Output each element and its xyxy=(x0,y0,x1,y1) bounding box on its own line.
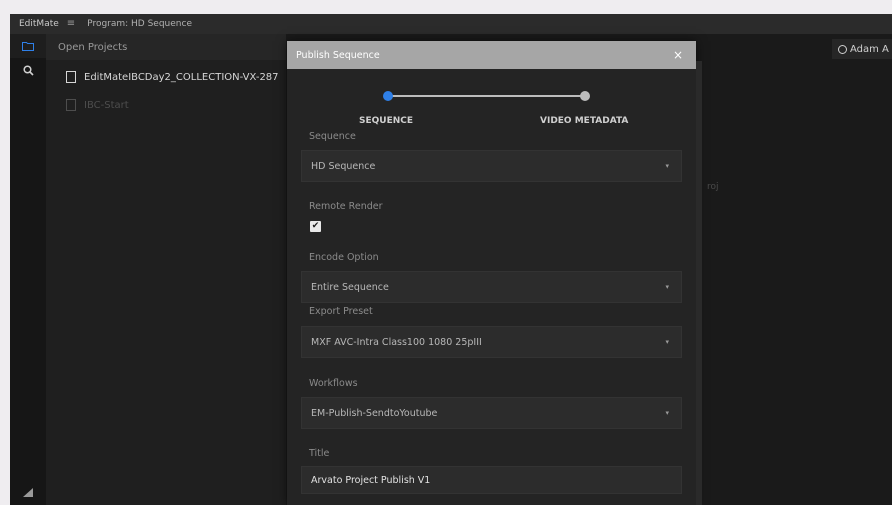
dialog-scrollbar[interactable] xyxy=(696,61,702,505)
workflows-select[interactable]: EM-Publish-SendtoYoutube xyxy=(301,397,682,429)
workflows-label: Workflows xyxy=(309,378,358,389)
project-item-label: IBC-Start xyxy=(84,99,129,111)
program-title: Program: HD Sequence xyxy=(87,19,192,29)
open-projects-header: Open Projects xyxy=(46,34,286,60)
title-label: Title xyxy=(309,448,330,459)
step-dot-inactive[interactable] xyxy=(580,91,590,101)
icon-rail xyxy=(10,34,46,505)
encode-option-select[interactable]: Entire Sequence xyxy=(301,271,682,303)
encode-option-label: Encode Option xyxy=(309,252,379,263)
publish-sequence-dialog: Publish Sequence SEQUENCE VIDEO METADATA… xyxy=(287,41,696,505)
export-preset-select[interactable]: MXF AVC-Intra Class100 1080 25pIII xyxy=(301,326,682,358)
app-brand[interactable]: EditMate xyxy=(19,19,59,29)
caret-down-icon xyxy=(665,162,669,170)
user-avatar-icon xyxy=(838,44,847,54)
folder-icon xyxy=(22,42,34,51)
step-label-video-metadata[interactable]: VIDEO METADATA xyxy=(540,116,628,126)
title-input[interactable]: Arvato Project Publish V1 xyxy=(301,466,682,494)
background-text-fragment: roj xyxy=(707,182,719,192)
user-name: Adam A xyxy=(850,43,889,55)
project-item-label: EditMateIBCDay2_COLLECTION-VX-287 xyxy=(84,71,279,83)
project-sidebar: Open Projects EditMateIBCDay2_COLLECTION… xyxy=(46,34,286,505)
folder-rail-button[interactable] xyxy=(10,34,46,58)
file-icon xyxy=(66,71,76,83)
wizard-stepper: SEQUENCE VIDEO METADATA xyxy=(287,69,696,131)
user-menu[interactable]: Adam A xyxy=(832,39,892,59)
sequence-select[interactable]: HD Sequence xyxy=(301,150,682,182)
search-rail-button[interactable] xyxy=(10,58,46,82)
sequence-select-value: HD Sequence xyxy=(311,160,376,172)
step-label-sequence[interactable]: SEQUENCE xyxy=(359,116,413,126)
audio-levels-rail-button[interactable] xyxy=(10,480,46,504)
caret-down-icon xyxy=(665,283,669,291)
workflows-select-value: EM-Publish-SendtoYoutube xyxy=(311,407,438,419)
top-bar: EditMate Program: HD Sequence xyxy=(10,14,892,34)
dialog-header: Publish Sequence xyxy=(287,41,696,69)
project-item[interactable]: EditMateIBCDay2_COLLECTION-VX-287 xyxy=(46,66,286,88)
dialog-title: Publish Sequence xyxy=(296,49,380,61)
hamburger-menu-icon[interactable] xyxy=(67,19,75,29)
caret-down-icon xyxy=(665,338,669,346)
export-preset-label: Export Preset xyxy=(309,306,373,317)
signal-icon xyxy=(23,487,33,497)
file-icon xyxy=(66,99,76,111)
caret-down-icon xyxy=(665,409,669,417)
remote-render-checkbox[interactable] xyxy=(310,221,321,232)
export-preset-select-value: MXF AVC-Intra Class100 1080 25pIII xyxy=(311,336,482,348)
search-icon xyxy=(22,64,34,76)
step-dot-active[interactable] xyxy=(383,91,393,101)
app-window: EditMate Program: HD Sequence xyxy=(10,14,892,505)
stepper-line xyxy=(388,95,584,97)
encode-option-select-value: Entire Sequence xyxy=(311,281,389,293)
close-icon[interactable] xyxy=(673,49,683,61)
remote-render-label: Remote Render xyxy=(309,201,383,212)
title-input-value: Arvato Project Publish V1 xyxy=(311,474,431,486)
project-item[interactable]: IBC-Start xyxy=(46,94,286,116)
sequence-label: Sequence xyxy=(309,131,356,142)
